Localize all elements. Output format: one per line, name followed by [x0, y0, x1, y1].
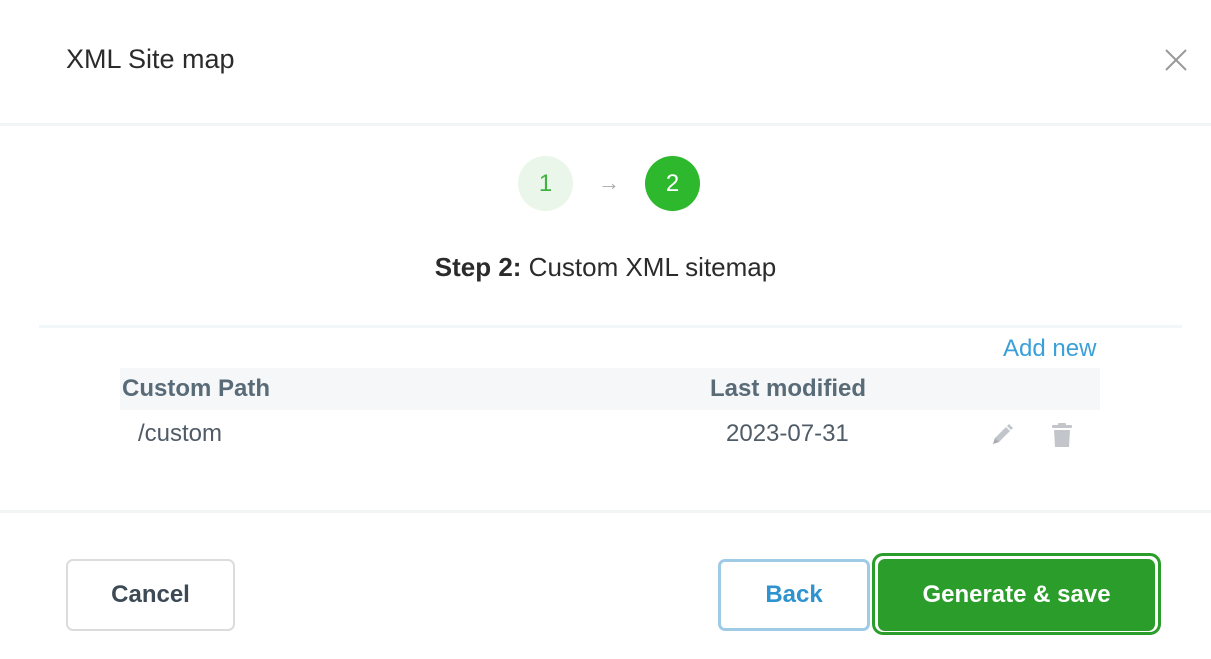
- cancel-button[interactable]: Cancel: [66, 559, 235, 631]
- close-button[interactable]: [1160, 44, 1192, 76]
- step-arrow-icon: →: [598, 170, 620, 195]
- add-new-link[interactable]: Add new: [1003, 334, 1096, 364]
- trash-icon: [1052, 423, 1072, 447]
- edit-button[interactable]: [988, 421, 1016, 449]
- section-divider: [39, 325, 1182, 328]
- pencil-icon: [993, 424, 1013, 444]
- column-header-last-modified: Last modified: [710, 375, 867, 402]
- step-heading-prefix: Step 2:: [434, 252, 522, 282]
- column-header-custom-path: Custom Path: [122, 375, 271, 402]
- modal-title: XML Site map: [66, 44, 235, 74]
- table-row: /custom 2023-07-31: [120, 410, 1100, 458]
- cell-last-modified: 2023-07-31: [726, 420, 849, 447]
- step-1-indicator[interactable]: 1: [518, 156, 573, 211]
- cell-custom-path: /custom: [138, 420, 223, 447]
- modal-header: XML Site map: [0, 0, 1211, 126]
- delete-button[interactable]: [1048, 421, 1076, 449]
- close-icon: [1165, 49, 1187, 71]
- table-header: Custom Path Last modified: [120, 368, 1100, 410]
- back-button[interactable]: Back: [718, 559, 870, 631]
- generate-and-save-button[interactable]: Generate & save: [878, 559, 1155, 631]
- footer-divider: [0, 510, 1211, 513]
- step-heading-text: Custom XML sitemap: [521, 252, 777, 282]
- custom-paths-table: Custom Path Last modified /custom 2023-0…: [120, 368, 1100, 458]
- step-2-indicator: 2: [645, 156, 700, 211]
- stepper: 1 → 2: [0, 156, 1211, 212]
- step-heading: Step 2: Custom XML sitemap: [0, 250, 1211, 284]
- xml-sitemap-modal: XML Site map 1 → 2 Step 2: Custom XML si…: [0, 0, 1211, 659]
